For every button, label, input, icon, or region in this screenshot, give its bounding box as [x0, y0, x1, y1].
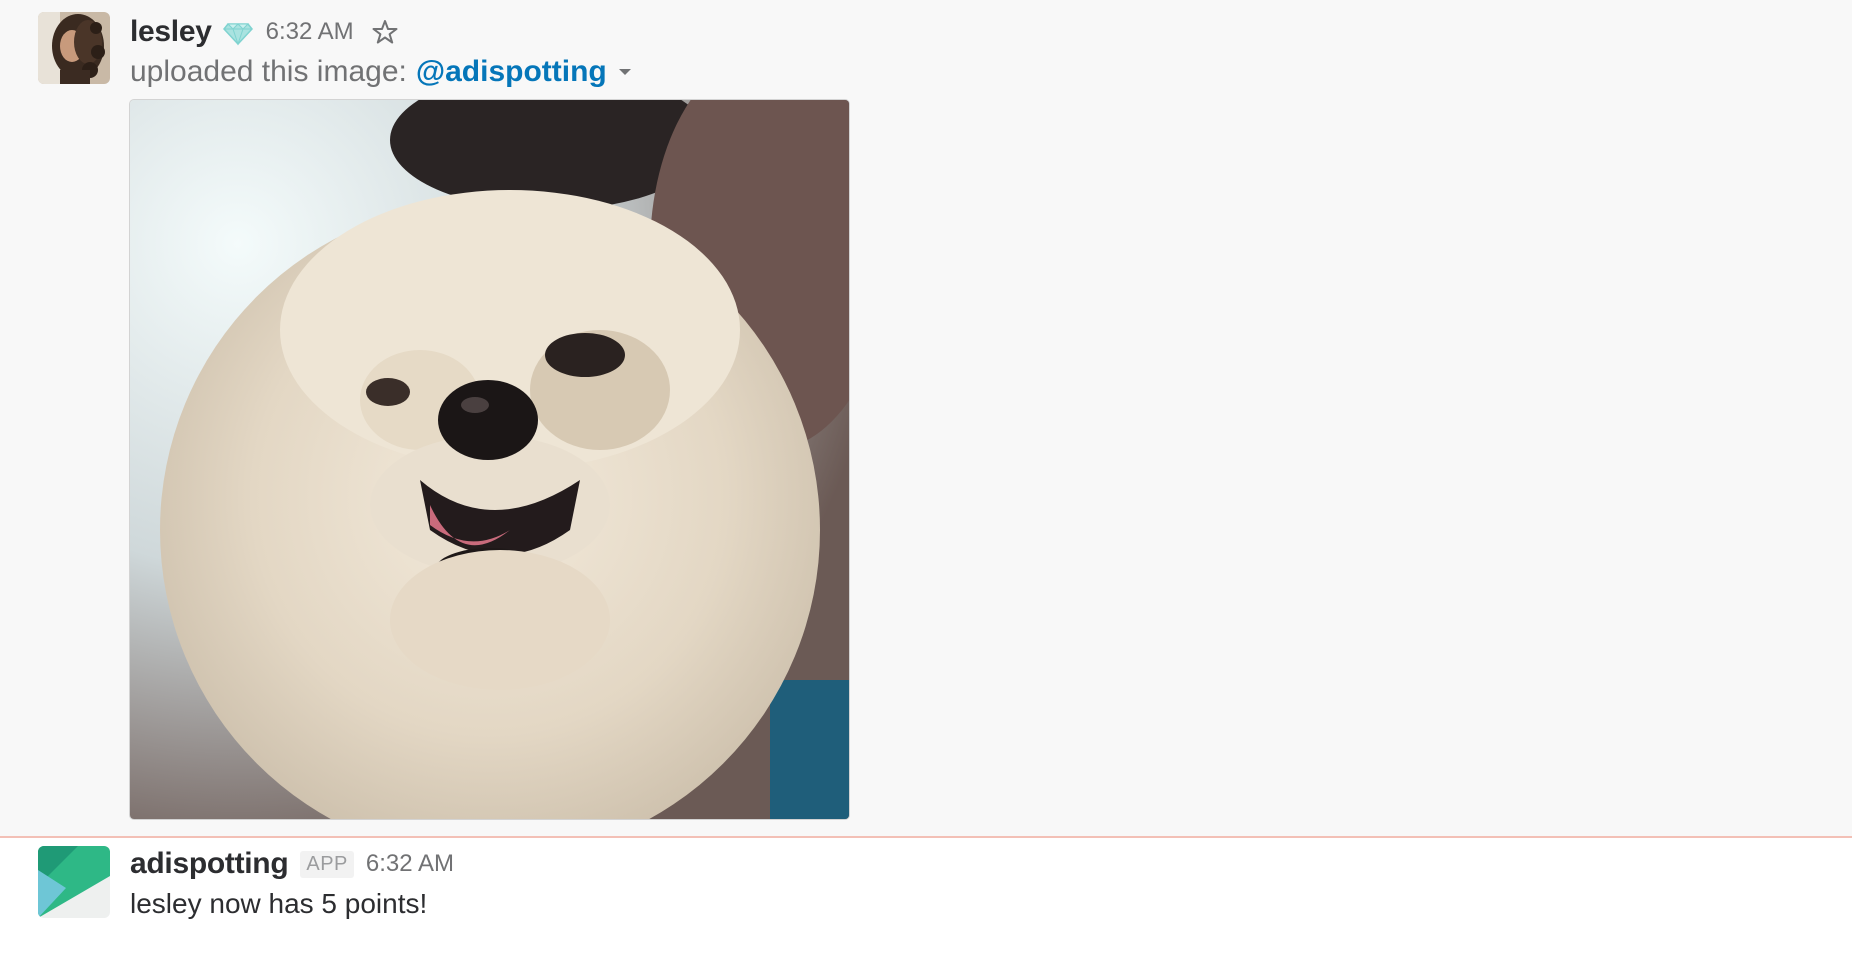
bot-message-text: lesley now has 5 points!	[130, 888, 428, 919]
message-header: lesley 6:32 AM	[130, 14, 398, 50]
caret-down-icon[interactable]	[617, 64, 633, 80]
message-upload: lesley 6:32 AM uploaded this image: @adi…	[0, 0, 1852, 836]
message-bot: adispotting APP 6:32 AM lesley now has 5…	[0, 838, 1852, 954]
upload-text: uploaded this image:	[130, 55, 407, 88]
avatar-adispotting[interactable]	[38, 846, 110, 918]
star-icon[interactable]	[372, 19, 398, 45]
diamond-icon	[222, 16, 254, 48]
message-timestamp[interactable]: 6:32 AM	[266, 18, 354, 46]
bot-message-timestamp[interactable]: 6:32 AM	[366, 850, 454, 878]
upload-description: uploaded this image: @adispotting	[130, 52, 633, 92]
uploaded-image[interactable]	[130, 100, 849, 819]
bot-message-header: adispotting APP 6:32 AM	[130, 844, 454, 884]
avatar-lesley[interactable]	[38, 12, 110, 84]
channel-link[interactable]: @adispotting	[416, 55, 607, 89]
app-badge: APP	[300, 850, 354, 878]
author-name[interactable]: lesley	[130, 15, 212, 49]
bot-author-name[interactable]: adispotting	[130, 847, 289, 881]
